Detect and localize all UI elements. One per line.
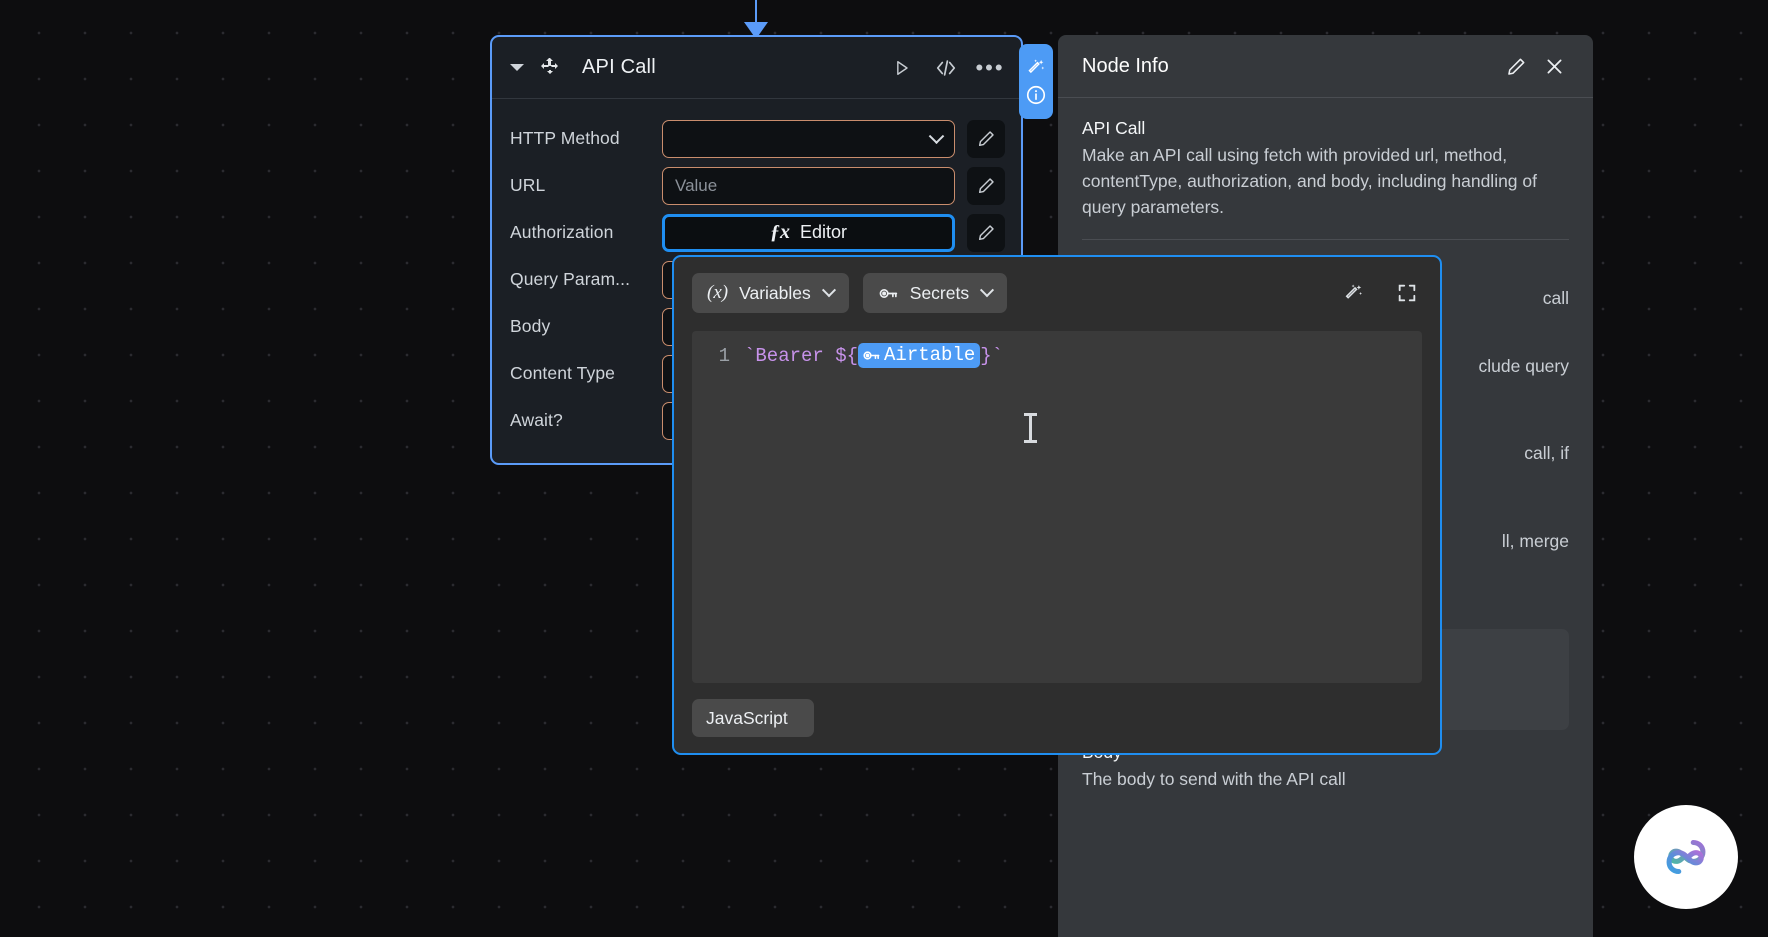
divider xyxy=(1082,239,1569,240)
code-suffix: }` xyxy=(980,345,1003,367)
run-node-button[interactable] xyxy=(887,53,917,83)
move-handle-icon[interactable] xyxy=(538,56,562,80)
code-editor-area[interactable]: 1 `Bearer ${ Airtable}` xyxy=(692,331,1422,683)
field-label: Query Param... xyxy=(510,269,650,290)
field-label: Content Type xyxy=(510,363,650,384)
view-code-button[interactable] xyxy=(931,53,961,83)
node-title: API Call xyxy=(582,56,873,79)
edit-icon[interactable] xyxy=(1501,51,1531,81)
edit-authorization-button[interactable] xyxy=(967,214,1005,252)
field-row-authorization: Authorization ƒx Editor xyxy=(492,209,1021,256)
workflow-canvas[interactable]: API Call ••• HTTP Method xyxy=(0,0,1768,937)
function-fx-icon: ƒx xyxy=(770,221,790,244)
ai-magic-wand-icon[interactable] xyxy=(1338,278,1368,308)
variables-label: Variables xyxy=(739,283,811,304)
authorization-editor-button[interactable]: ƒx Editor xyxy=(662,214,955,252)
field-row-http-method: HTTP Method xyxy=(492,115,1021,162)
collapse-chevron-icon[interactable] xyxy=(510,64,524,71)
magic-wand-icon[interactable] xyxy=(1025,57,1047,79)
info-icon[interactable] xyxy=(1025,84,1047,106)
editor-button-label: Editor xyxy=(800,222,847,243)
secret-token-airtable[interactable]: Airtable xyxy=(858,343,980,368)
body-section-desc: The body to send with the API call xyxy=(1082,767,1569,793)
editor-toolbar: (x) Variables Secrets xyxy=(692,273,1422,313)
edit-http-method-button[interactable] xyxy=(967,120,1005,158)
node-side-tab xyxy=(1019,44,1053,119)
secrets-dropdown[interactable]: Secrets xyxy=(863,273,1007,313)
node-header: API Call ••• xyxy=(492,37,1021,99)
assistant-fab-button[interactable] xyxy=(1634,805,1738,909)
secret-token-label: Airtable xyxy=(884,344,975,366)
url-placeholder: Value xyxy=(675,176,717,196)
key-icon xyxy=(878,283,899,304)
field-label: HTTP Method xyxy=(510,128,650,149)
language-label: JavaScript xyxy=(706,708,788,729)
field-label: Await? xyxy=(510,410,650,431)
variable-x-icon: (x) xyxy=(707,282,728,304)
key-icon xyxy=(862,346,881,365)
more-options-button[interactable]: ••• xyxy=(975,53,1005,83)
chevron-down-icon xyxy=(822,283,836,297)
http-method-select[interactable] xyxy=(662,120,955,158)
field-row-url: URL Value xyxy=(492,162,1021,209)
node-info-header: Node Info xyxy=(1058,35,1593,98)
field-label: URL xyxy=(510,175,650,196)
close-icon[interactable] xyxy=(1539,51,1569,81)
info-section-title: API Call xyxy=(1082,118,1569,139)
node-info-title: Node Info xyxy=(1082,55,1493,78)
line-number: 1 xyxy=(692,345,744,367)
url-input[interactable]: Value xyxy=(662,167,955,205)
assistant-logo-icon xyxy=(1657,828,1715,886)
fullscreen-icon[interactable] xyxy=(1392,278,1422,308)
text-cursor xyxy=(1029,415,1032,441)
code-prefix: `Bearer ${ xyxy=(744,345,858,367)
code-content[interactable]: `Bearer ${ Airtable}` xyxy=(744,343,1003,368)
info-section-desc: Make an API call using fetch with provid… xyxy=(1082,143,1569,221)
edit-url-button[interactable] xyxy=(967,167,1005,205)
language-selector[interactable]: JavaScript xyxy=(692,699,814,737)
variables-dropdown[interactable]: (x) Variables xyxy=(692,273,849,313)
secrets-label: Secrets xyxy=(910,283,969,304)
field-label: Authorization xyxy=(510,222,650,243)
field-label: Body xyxy=(510,316,650,337)
code-line: 1 `Bearer ${ Airtable}` xyxy=(692,343,1422,368)
expression-editor-popup: (x) Variables Secrets xyxy=(672,255,1442,755)
chevron-down-icon xyxy=(929,128,945,144)
chevron-down-icon xyxy=(980,283,994,297)
